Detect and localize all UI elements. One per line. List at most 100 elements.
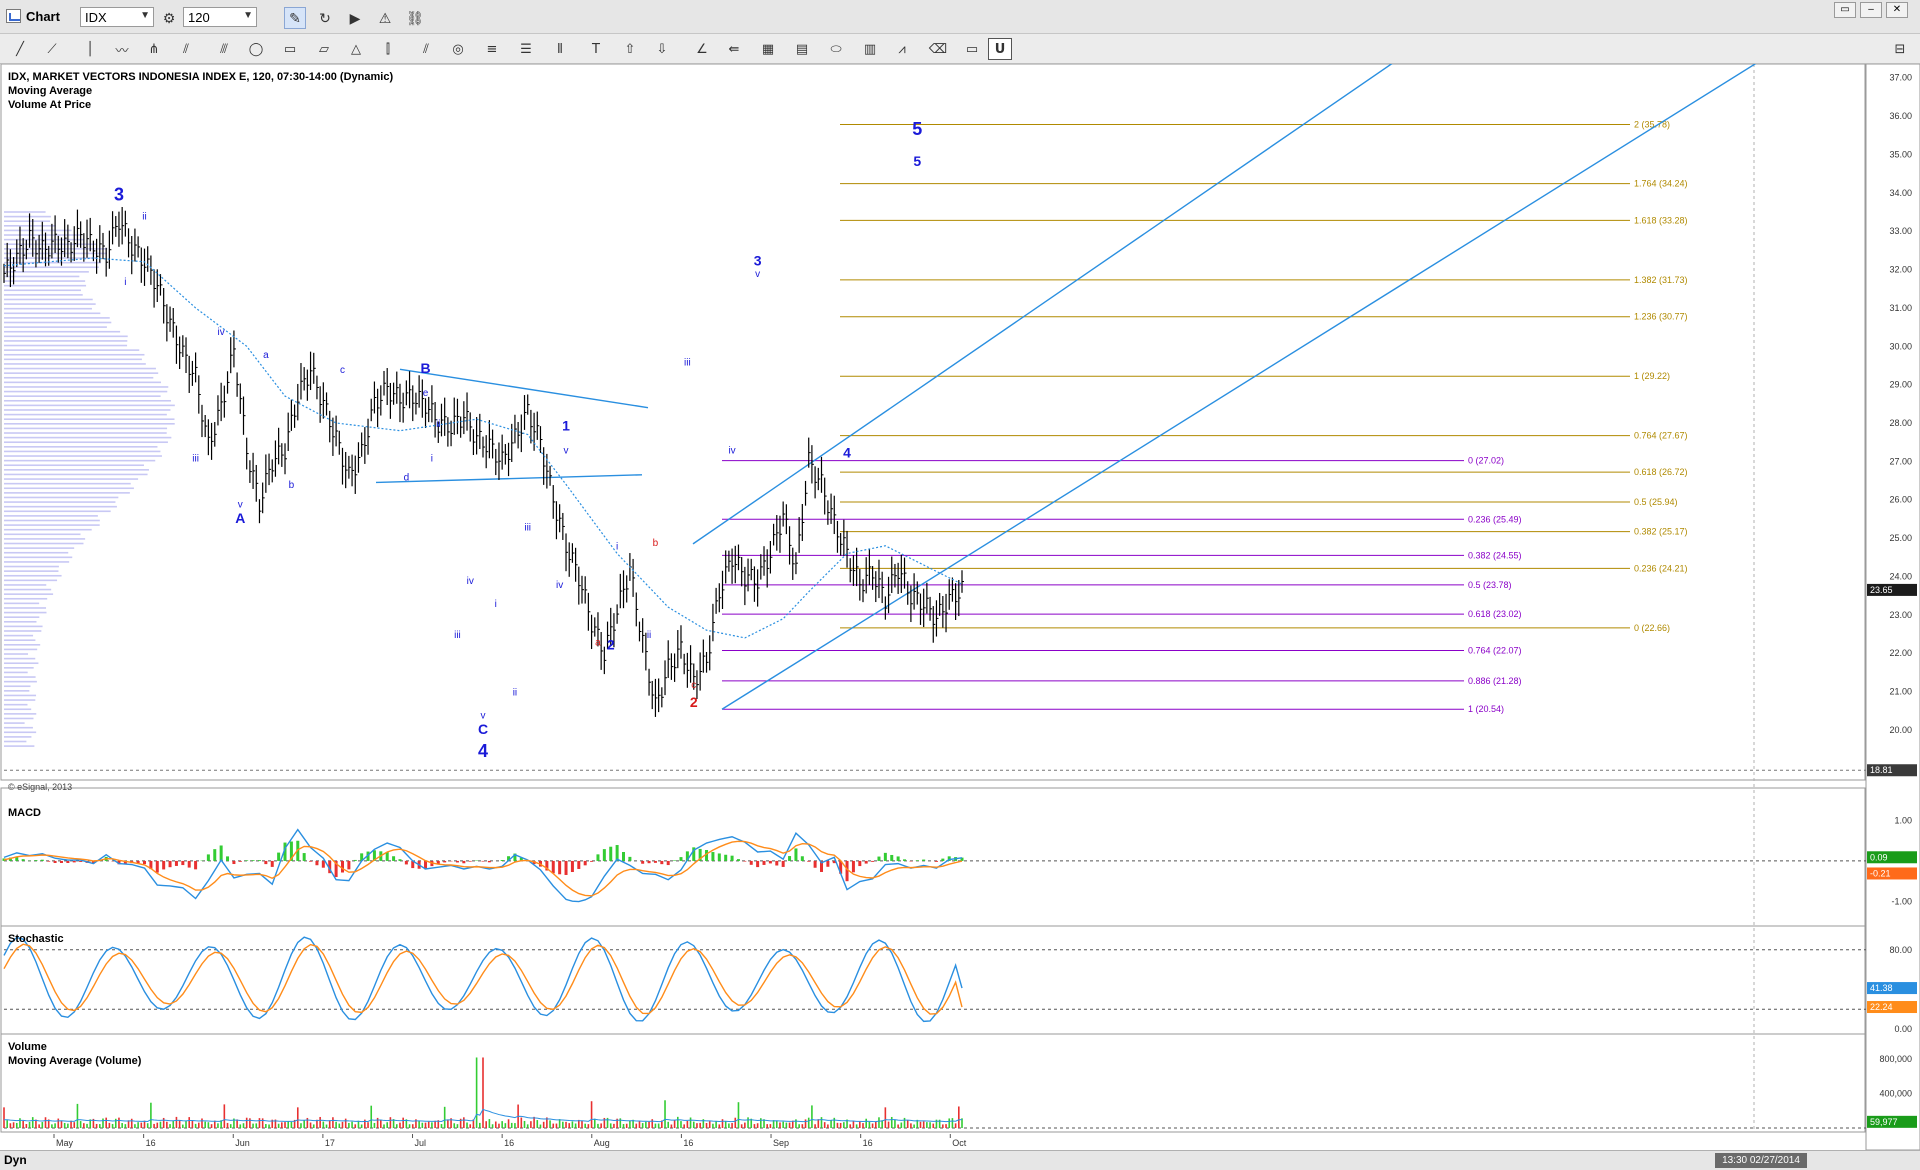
rectangle-tool-icon[interactable]: ▭ (278, 38, 302, 60)
parallel-lines-tool-icon[interactable]: ⫽ (414, 38, 438, 60)
interval-settings-icon[interactable]: ⚙ (158, 7, 180, 29)
volume-bar (539, 1124, 542, 1128)
macd-histogram-bar (903, 859, 907, 861)
volume-ma-title: Moving Average (Volume) (8, 1055, 142, 1067)
volume-at-price-bar (4, 726, 33, 729)
volume-bar (332, 1117, 334, 1128)
volume-bar (408, 1124, 411, 1128)
chart-zoom-icon[interactable]: ⊟ (1888, 38, 1912, 60)
volume-bar (376, 1117, 379, 1128)
down-arrow-tool-icon[interactable]: ⇩ (650, 38, 674, 60)
volume-at-price-bar (4, 395, 161, 397)
eraser-tool-icon[interactable]: ⌫ (926, 38, 950, 60)
volume-bar (648, 1121, 650, 1128)
fan-tool-icon[interactable]: ⫻ (212, 38, 236, 60)
macd-histogram-bar (34, 860, 38, 861)
volume-bar (804, 1119, 807, 1128)
fib-retracement-tool-icon[interactable]: ≡ (480, 38, 504, 60)
panel-frames (0, 64, 1920, 1150)
text-tool-icon[interactable]: T (584, 38, 608, 60)
macd-histogram-bar (443, 860, 447, 863)
comment-tool-icon[interactable]: ▭ (960, 38, 984, 60)
arrow-left-tool-icon[interactable]: ⇚ (722, 38, 746, 60)
macd-histogram-bar (564, 860, 568, 875)
volume-at-price-bar (4, 215, 51, 218)
macd-histogram-bar (590, 860, 594, 862)
trendline-tool-icon[interactable]: ╱ (8, 38, 32, 60)
alert-icon[interactable]: ⚠ (374, 7, 396, 29)
volume-bar (958, 1106, 960, 1128)
y-tick-label: 36.00 (1889, 111, 1912, 121)
cycle-tool-icon[interactable]: ◎ (446, 38, 470, 60)
volume-at-price-bar (4, 326, 107, 328)
undo-tool-icon[interactable]: U (988, 38, 1012, 60)
volume-bar (169, 1124, 171, 1128)
macd-histogram-bar (66, 860, 70, 864)
vertical-line-tool-icon[interactable]: │ (78, 38, 102, 60)
ray-tool-icon[interactable]: ⟋ (40, 38, 64, 60)
macd-histogram-bar (724, 854, 728, 861)
volume-bar (463, 1117, 465, 1128)
volume-bar (335, 1121, 337, 1128)
volume-bar (63, 1122, 66, 1128)
wave-label: v (564, 446, 569, 457)
pti-tool-icon[interactable]: ▥ (858, 38, 882, 60)
volume-bar (57, 1118, 60, 1128)
interval-input[interactable]: 120 ▼ (183, 7, 257, 27)
mob-tool-icon[interactable]: ▤ (790, 38, 814, 60)
volume-bar (245, 1117, 248, 1128)
restore-window-button[interactable]: ▭ (1834, 2, 1856, 18)
close-window-button[interactable]: ✕ (1886, 2, 1908, 18)
time-zones-tool-icon[interactable]: ⦀ (548, 38, 572, 60)
link-icon[interactable]: ⛓ (404, 7, 426, 29)
volume-at-price-bar (4, 588, 52, 591)
fib-level-label: 0.886 (21.28) (1468, 676, 1522, 686)
fib-level-label: 1 (20.54) (1468, 704, 1504, 714)
wave-tool-icon[interactable]: 〰 (110, 38, 134, 60)
volume-bar (102, 1118, 104, 1128)
volume-bar (328, 1120, 331, 1128)
volume-at-price-bar (4, 653, 29, 655)
refresh-icon[interactable]: ↻ (314, 7, 336, 29)
ellipse-tool-icon[interactable]: ◯ (244, 38, 268, 60)
macd-histogram-bar (257, 860, 261, 861)
parallelogram-tool-icon[interactable]: ▱ (312, 38, 336, 60)
x-tick-label: Jul (415, 1138, 427, 1148)
oval-tool-icon[interactable]: ⬭ (824, 38, 848, 60)
up-arrow-tool-icon[interactable]: ⇧ (618, 38, 642, 60)
volume-at-price-bar (4, 446, 158, 448)
wave-label: c (691, 680, 696, 691)
volume-at-price-bar (4, 418, 175, 420)
macd-histogram-bar (264, 860, 268, 865)
volume-bar (862, 1123, 864, 1128)
volume-bar (118, 1117, 120, 1128)
macd-histogram-bar (245, 860, 249, 861)
volume-bar (261, 1118, 264, 1128)
volume-bar (712, 1123, 714, 1128)
pitchfork-tool-icon[interactable]: ⋔ (142, 38, 166, 60)
angle-tool-icon[interactable]: ∠ (690, 38, 714, 60)
volume-bar (44, 1117, 47, 1128)
grid-tool-icon[interactable]: ▦ (756, 38, 780, 60)
fib-extension-tool-icon[interactable]: ☰ (514, 38, 538, 60)
fib-level-label: 0 (22.66) (1634, 623, 1670, 633)
volume-bar (360, 1124, 363, 1128)
gann-fan-tool-icon[interactable]: ⫽ (174, 38, 198, 60)
volume-bar (705, 1122, 708, 1128)
volume-at-price-bar (4, 436, 172, 439)
play-icon[interactable]: ▶ (344, 7, 366, 29)
stochastic-panel: 80.00 0.00 41.38 22.24 (3, 936, 1917, 1034)
channel-tool-icon[interactable]: ⫿ (376, 38, 400, 60)
triangle-tool-icon[interactable]: △ (344, 38, 368, 60)
minimize-window-button[interactable]: – (1860, 2, 1882, 18)
volume-bar (482, 1057, 484, 1128)
volume-bar (922, 1121, 925, 1128)
volume-bar (277, 1123, 280, 1128)
volume-bar (571, 1121, 574, 1128)
symbol-input[interactable]: IDX ▼ (80, 7, 154, 27)
chart-canvas[interactable]: 2 (35.78)1.764 (34.24)1.618 (33.28)1.382… (0, 64, 1920, 1150)
zigzag-tool-icon[interactable]: ⩘ (890, 38, 914, 60)
macd-signal-label: -0.21 (1870, 868, 1891, 878)
volume-bar (197, 1122, 200, 1128)
draw-pencil-icon[interactable]: ✎ (284, 7, 306, 29)
